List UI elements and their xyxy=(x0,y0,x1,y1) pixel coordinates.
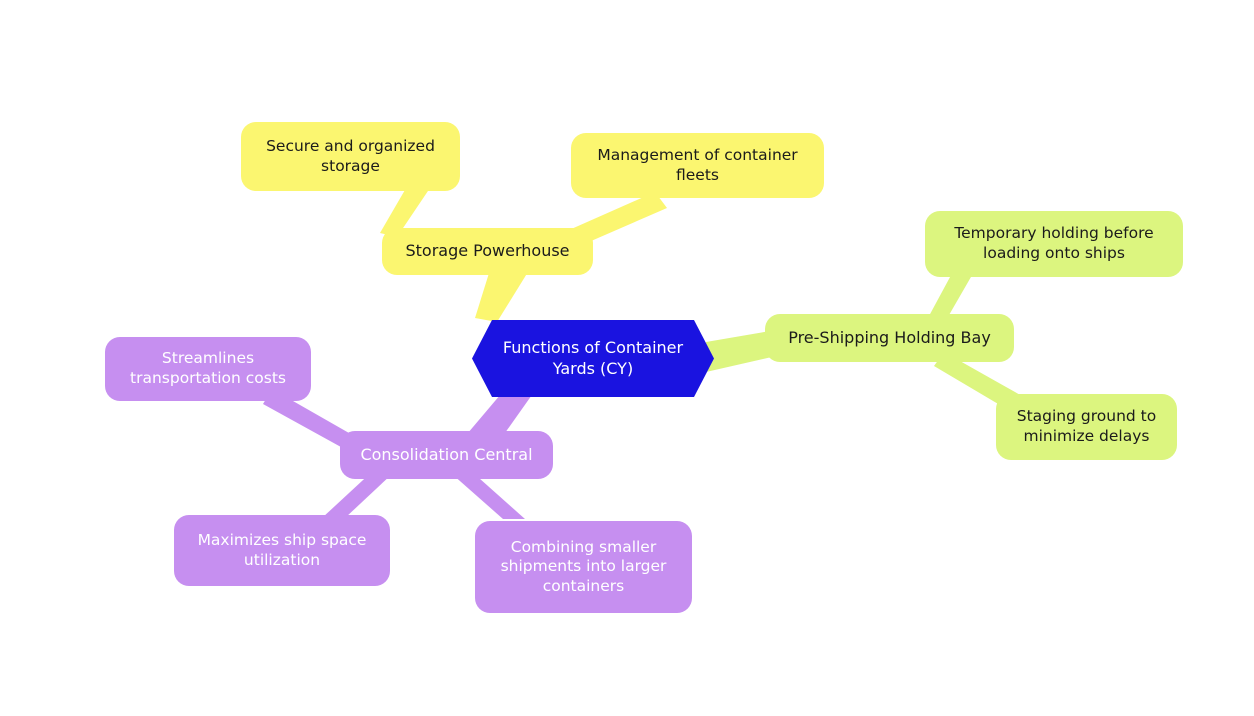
branch-node-label: Consolidation Central xyxy=(360,444,533,464)
leaf-node-label: Maximizes ship space utilization xyxy=(197,530,367,569)
leaf-node-label: Streamlines transportation costs xyxy=(130,349,286,387)
leaf-node-label: Secure and organized storage xyxy=(266,136,435,175)
leaf-node-temporary-holding-before-loading-onto-ships[interactable]: Temporary holding before loading onto sh… xyxy=(925,211,1183,277)
branch-node-storage-powerhouse[interactable]: Storage Powerhouse xyxy=(382,228,593,275)
branch-node-label: Pre-Shipping Holding Bay xyxy=(788,327,991,347)
leaf-node-streamlines-transportation-costs[interactable]: Streamlines transportation costs xyxy=(105,337,311,401)
leaf-node-label: Temporary holding before loading onto sh… xyxy=(954,224,1154,262)
leaf-node-label: Management of container fleets xyxy=(597,145,798,184)
branch-node-pre-shipping-holding-bay[interactable]: Pre-Shipping Holding Bay xyxy=(765,314,1014,362)
leaf-node-label: Staging ground to minimize delays xyxy=(1016,407,1157,445)
branch-node-consolidation-central[interactable]: Consolidation Central xyxy=(340,431,553,479)
leaf-node-label: Combining smaller shipments into larger … xyxy=(500,537,667,595)
leaf-node-secure-and-organized-storage[interactable]: Secure and organized storage xyxy=(241,122,460,191)
leaf-node-combining-smaller-shipments-into-larger-containers[interactable]: Combining smaller shipments into larger … xyxy=(475,521,692,613)
leaf-node-maximizes-ship-space-utilization[interactable]: Maximizes ship space utilization xyxy=(174,515,390,586)
mindmap-canvas: Functions of Container Yards (CY) Storag… xyxy=(0,0,1254,716)
leaf-node-management-of-container-fleets[interactable]: Management of container fleets xyxy=(571,133,824,198)
root-node-functions-of-container-yards[interactable]: Functions of Container Yards (CY) xyxy=(472,320,714,397)
root-node-label: Functions of Container Yards (CY) xyxy=(502,338,684,378)
leaf-node-staging-ground-to-minimize-delays[interactable]: Staging ground to minimize delays xyxy=(996,394,1177,460)
branch-node-label: Storage Powerhouse xyxy=(405,241,570,261)
